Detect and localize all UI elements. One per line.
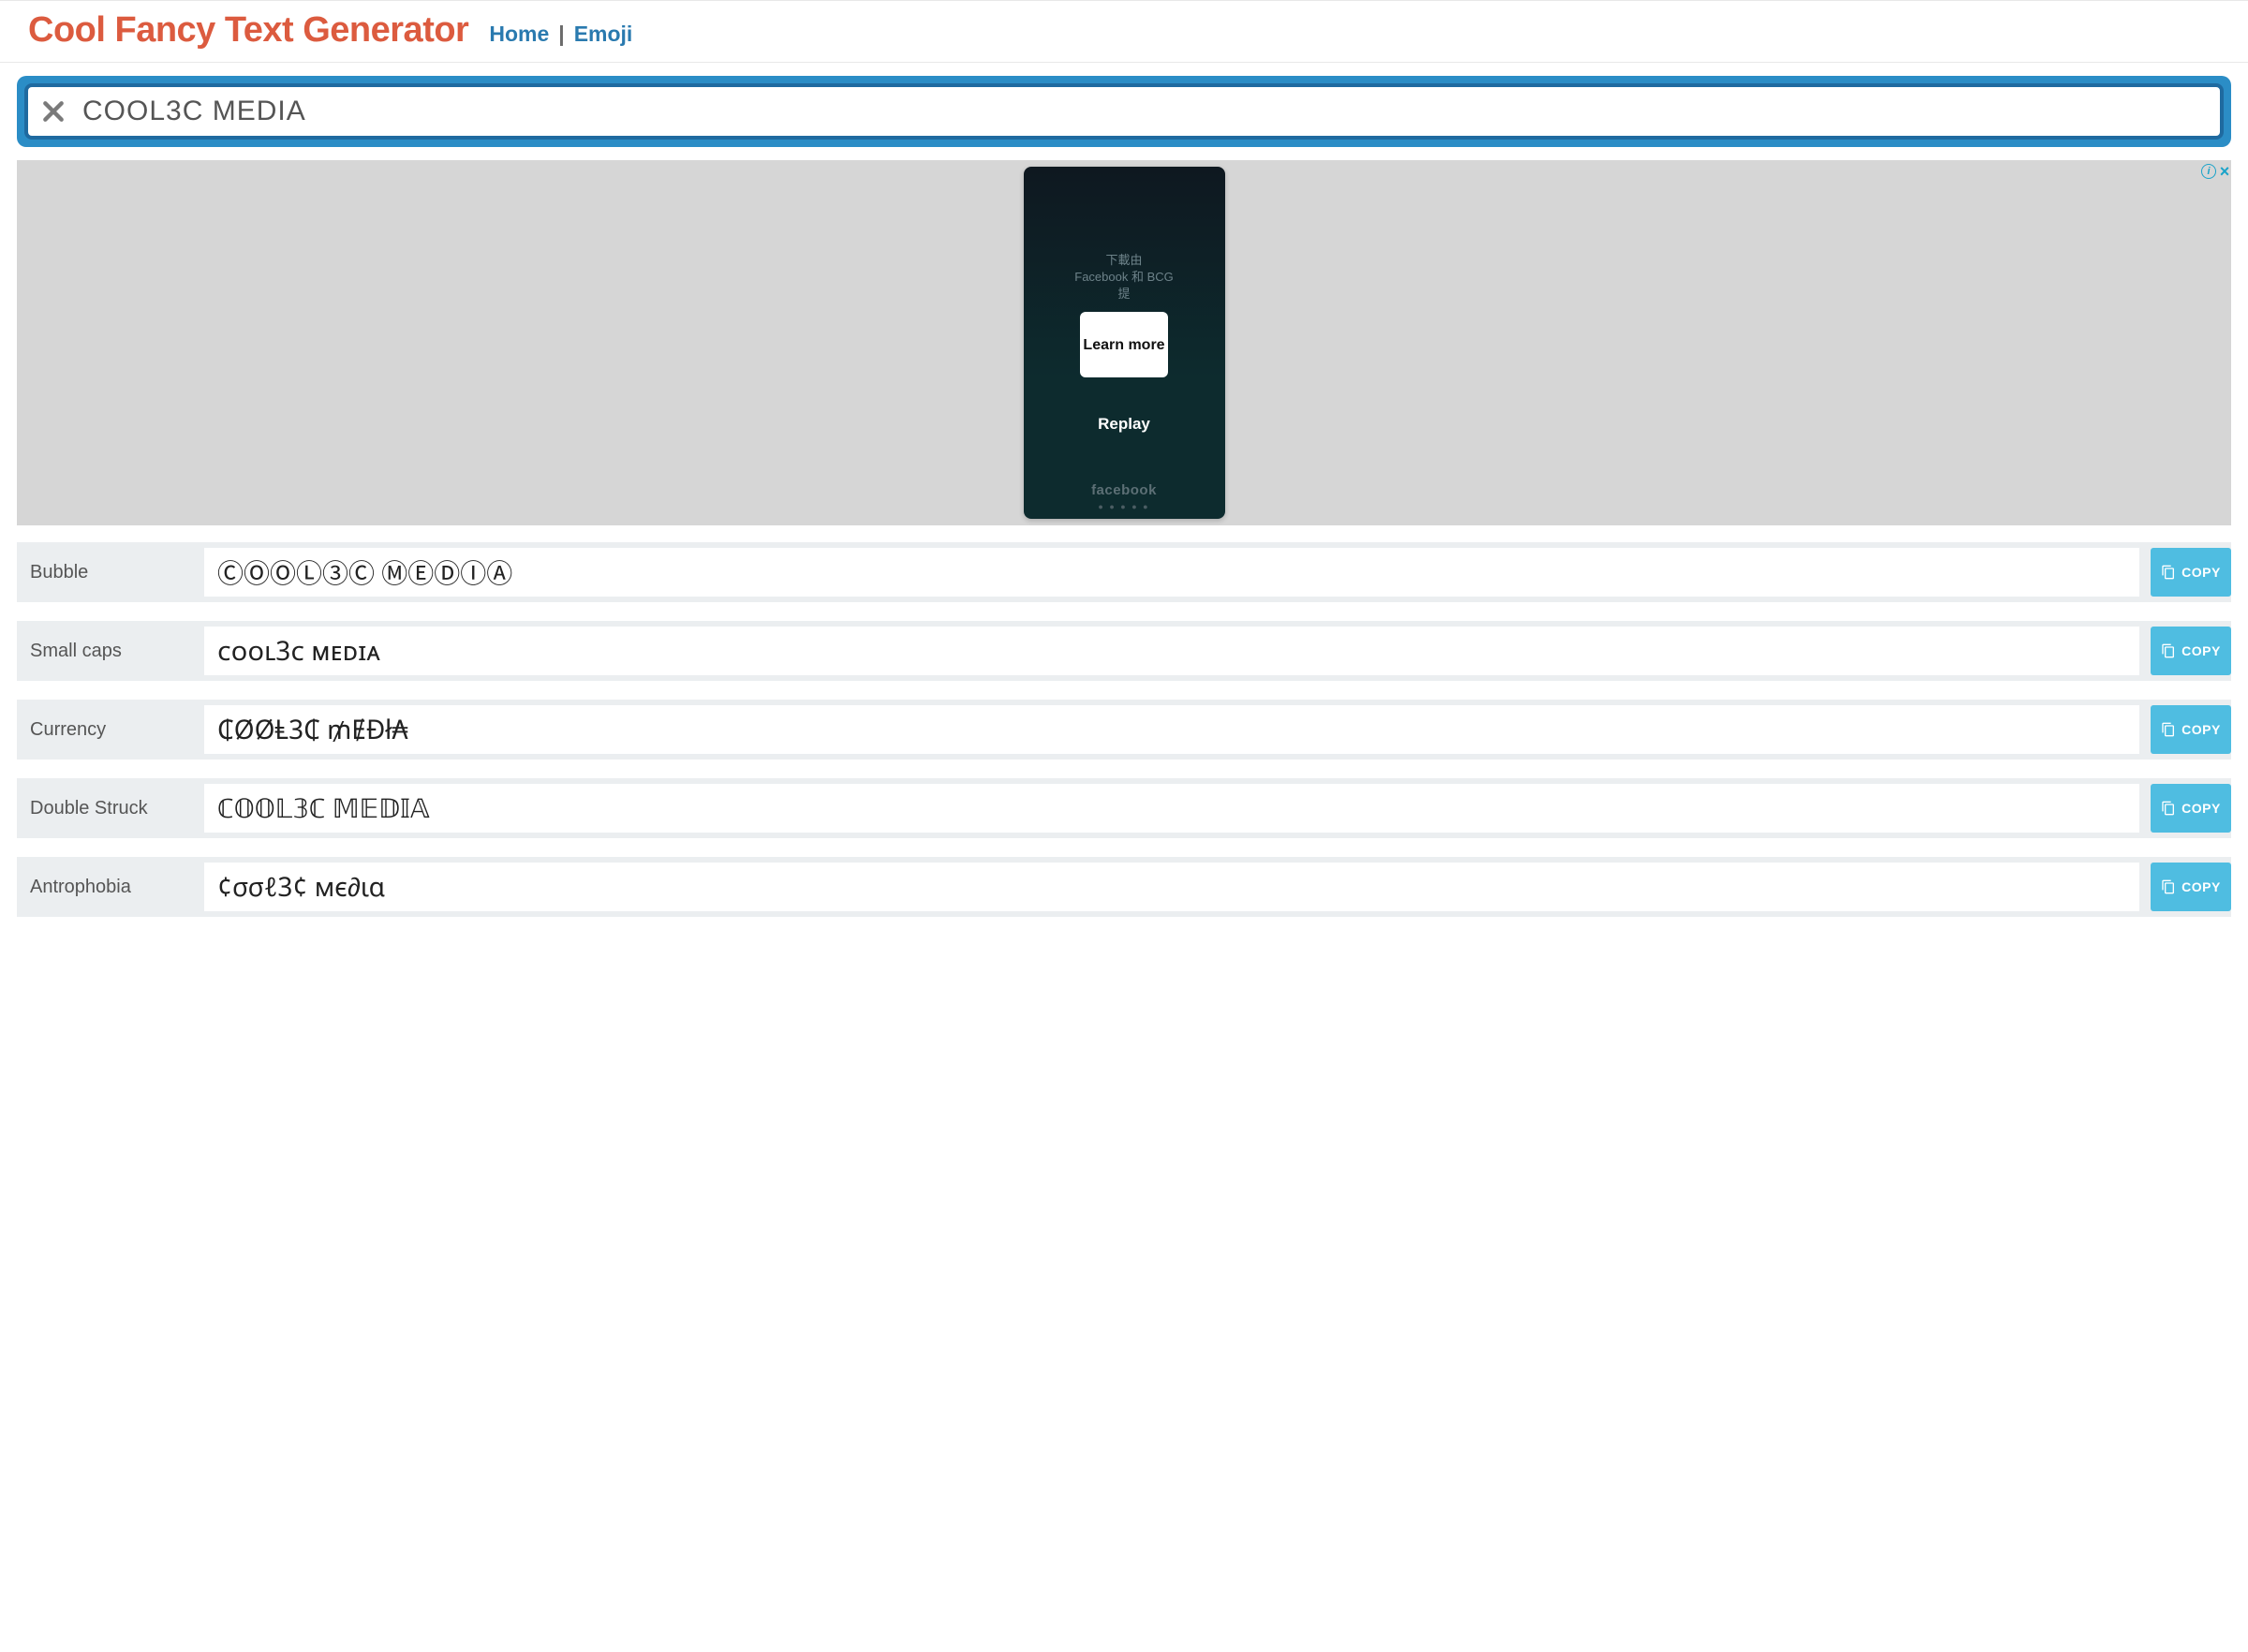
input-inner [24, 83, 2224, 140]
result-row: BubbleⒸⓄⓄⓁ③Ⓒ ⓂⒺⒹⒾⒶ COPY [17, 542, 2231, 602]
result-output-text[interactable]: ₵ØØⱠ3₵ ₥ɆĐł₳ [204, 705, 2139, 754]
page-title: Cool Fancy Text Generator [28, 10, 468, 51]
copy-icon [2161, 722, 2176, 737]
ad-faint-line1: 下載由 [1074, 252, 1174, 269]
result-style-label: Bubble [17, 542, 204, 602]
header-bar: Cool Fancy Text Generator Home | Emoji [0, 0, 2248, 63]
ad-brand-label: facebook [1091, 482, 1157, 498]
copy-icon [2161, 801, 2176, 816]
ad-card: 下載由 Facebook 和 BCG 提 Learn more Replay f… [1024, 167, 1225, 519]
nav-emoji-link[interactable]: Emoji [570, 22, 637, 47]
ad-info-icon[interactable]: i [2201, 164, 2216, 179]
copy-button[interactable]: COPY [2151, 705, 2231, 754]
results-list: BubbleⒸⓄⓄⓁ③Ⓒ ⓂⒺⒹⒾⒶCOPYSmall capsᴄᴏᴏʟ3ᴄ ᴍ… [17, 542, 2231, 917]
result-style-label: Currency [17, 700, 204, 760]
ad-dots: ● ● ● ● ● [1098, 502, 1149, 511]
result-style-label: Double Struck [17, 778, 204, 838]
result-output-text[interactable]: ᴄᴏᴏʟ3ᴄ ᴍᴇᴅɪᴀ [204, 627, 2139, 675]
input-container [17, 76, 2231, 147]
result-output-text[interactable]: ℂ𝕆𝕆𝕃𝟛ℂ 𝕄𝔼𝔻𝕀𝔸 [204, 784, 2139, 833]
copy-icon [2161, 565, 2176, 580]
ad-replay-button[interactable]: Replay [1098, 415, 1150, 434]
ad-learn-more-button[interactable]: Learn more [1080, 312, 1168, 377]
ad-controls: i × [2201, 164, 2231, 179]
ad-banner: i × 下載由 Facebook 和 BCG 提 Learn more Repl… [17, 160, 2231, 525]
ad-faint-line2: Facebook 和 BCG [1074, 269, 1174, 286]
ad-faint-text: 下載由 Facebook 和 BCG 提 [1074, 252, 1174, 303]
ad-faint-line3: 提 [1074, 286, 1174, 302]
result-row: Currency₵ØØⱠ3₵ ₥ɆĐł₳ COPY [17, 700, 2231, 760]
copy-button[interactable]: COPY [2151, 784, 2231, 833]
result-output-text[interactable]: ¢σσℓ3¢ мє∂ια [204, 863, 2139, 911]
result-style-label: Antrophobia [17, 857, 204, 917]
ad-close-icon[interactable]: × [2218, 164, 2231, 179]
copy-button-label: COPY [2181, 722, 2221, 737]
result-row: Double Struckℂ𝕆𝕆𝕃𝟛ℂ 𝕄𝔼𝔻𝕀𝔸 COPY [17, 778, 2231, 838]
copy-button-label: COPY [2181, 565, 2221, 580]
copy-icon [2161, 879, 2176, 894]
result-style-label: Small caps [17, 621, 204, 681]
result-row: Small capsᴄᴏᴏʟ3ᴄ ᴍᴇᴅɪᴀ COPY [17, 621, 2231, 681]
copy-icon [2161, 643, 2176, 658]
copy-button[interactable]: COPY [2151, 548, 2231, 597]
copy-button-label: COPY [2181, 801, 2221, 816]
top-nav: Home | Emoji [485, 22, 636, 47]
main-text-input[interactable] [82, 96, 2211, 127]
copy-button[interactable]: COPY [2151, 863, 2231, 911]
copy-button[interactable]: COPY [2151, 627, 2231, 675]
nav-home-link[interactable]: Home [485, 22, 553, 47]
clear-input-button[interactable] [37, 96, 69, 127]
result-output-text[interactable]: ⒸⓄⓄⓁ③Ⓒ ⓂⒺⒹⒾⒶ [204, 548, 2139, 597]
close-icon [41, 99, 66, 124]
copy-button-label: COPY [2181, 643, 2221, 658]
nav-separator: | [553, 22, 569, 47]
copy-button-label: COPY [2181, 879, 2221, 894]
result-row: Antrophobia¢σσℓ3¢ мє∂ια COPY [17, 857, 2231, 917]
